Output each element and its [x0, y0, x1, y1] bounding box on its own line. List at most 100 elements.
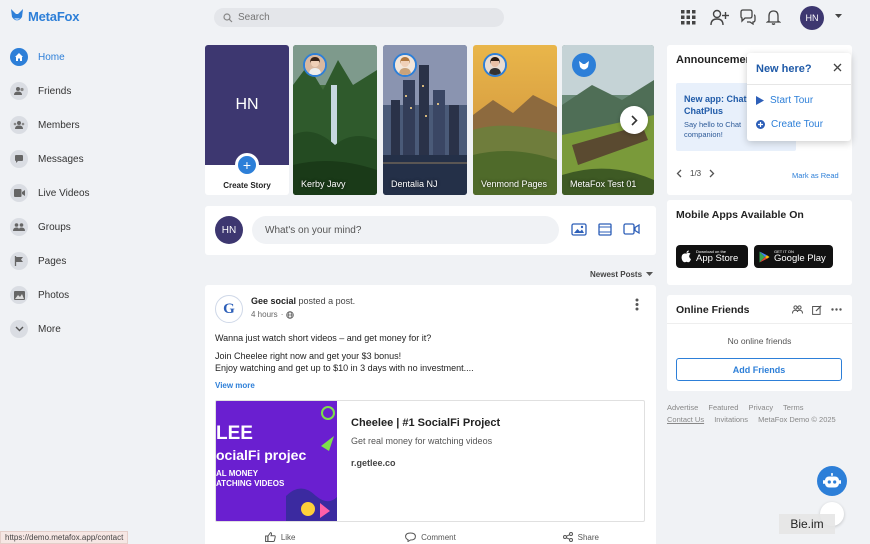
top-bar: MetaFox HN — [0, 0, 870, 36]
story-name: Kerby Javy — [301, 179, 346, 189]
globe-icon — [286, 310, 295, 319]
chatbot-button[interactable] — [817, 466, 847, 496]
post-action-text: posted a post. — [298, 296, 356, 306]
friends-list-icon[interactable] — [792, 305, 803, 314]
sidebar-item-friends[interactable]: Friends — [10, 78, 71, 104]
create-tour-button[interactable]: Create Tour — [756, 119, 823, 130]
account-menu-caret-icon[interactable] — [835, 14, 842, 19]
notification-bell-icon[interactable] — [766, 9, 781, 25]
composer-input[interactable]: What's on your mind? — [252, 216, 559, 244]
sidebar-item-label: Home — [38, 51, 65, 63]
post-header: Gee social posted a post. — [251, 296, 355, 306]
chevron-right-icon[interactable] — [709, 169, 715, 178]
footer-link-featured[interactable]: Featured — [708, 403, 738, 412]
footer-link-contact[interactable]: Contact Us — [667, 415, 704, 424]
user-avatar[interactable]: HN — [800, 6, 824, 30]
stories-next-button[interactable] — [620, 106, 648, 134]
like-label: Like — [280, 532, 296, 542]
post-time[interactable]: 4 hours — [251, 310, 278, 319]
add-friend-icon[interactable] — [710, 9, 729, 26]
story-avatar — [303, 53, 327, 77]
story-avatar — [572, 53, 596, 77]
create-story-card[interactable]: HN + Create Story — [205, 45, 289, 195]
composer-actions — [571, 223, 640, 236]
start-tour-label: Start Tour — [770, 95, 814, 106]
sidebar-item-messages[interactable]: Messages — [10, 146, 84, 172]
footer-link-advertise[interactable]: Advertise — [667, 403, 698, 412]
story-avatar — [483, 53, 507, 77]
sidebar-item-pages[interactable]: Pages — [10, 248, 66, 274]
create-story-label: Create Story — [223, 181, 271, 190]
sidebar-item-label: Photos — [38, 289, 70, 301]
app-store-badge[interactable]: Download on the App Store — [676, 245, 748, 268]
story-card[interactable]: Dentalia NJ — [383, 45, 467, 195]
comment-label: Comment — [421, 532, 456, 542]
search-bar[interactable] — [214, 8, 504, 27]
plus-circle-icon — [756, 120, 765, 129]
more-horizontal-icon[interactable] — [831, 308, 842, 311]
photo-upload-icon[interactable] — [571, 223, 587, 236]
flag-icon — [10, 252, 28, 270]
comment-button[interactable]: Comment — [355, 528, 505, 544]
photos-icon — [10, 286, 28, 304]
view-more-link[interactable]: View more — [215, 381, 255, 390]
sidebar-item-groups[interactable]: Groups — [10, 214, 71, 240]
footer-link-invitations[interactable]: Invitations — [714, 415, 748, 424]
sidebar-item-home[interactable]: Home — [10, 44, 65, 70]
story-name: Dentalia NJ — [391, 179, 438, 189]
mobile-apps-title: Mobile Apps Available On — [676, 209, 804, 221]
more-options-icon[interactable] — [635, 298, 639, 311]
share-label: Share — [577, 532, 599, 542]
link-preview-description: Get real money for watching videos — [351, 436, 493, 446]
sidebar-item-more[interactable]: More — [10, 316, 61, 342]
online-friends-title: Online Friends — [676, 304, 750, 316]
sidebar-item-label: More — [38, 323, 61, 335]
edit-icon[interactable] — [812, 305, 822, 315]
sidebar-item-members[interactable]: Members — [10, 112, 80, 138]
mark-as-read-link[interactable]: Mark as Read — [792, 171, 839, 180]
share-button[interactable]: Share — [506, 528, 656, 544]
sidebar-item-label: Groups — [38, 221, 71, 233]
close-icon[interactable] — [833, 63, 842, 72]
online-friends-empty: No online friends — [727, 336, 792, 346]
online-friends-actions — [792, 305, 842, 315]
post-meta: 4 hours · — [251, 310, 295, 319]
fox-logo-icon — [11, 9, 23, 21]
messages-icon — [10, 150, 28, 168]
caret-down-icon — [646, 272, 654, 276]
footer-link-privacy[interactable]: Privacy — [748, 403, 773, 412]
chat-icon[interactable] — [739, 9, 756, 25]
feed-sort-dropdown[interactable]: Newest Posts — [590, 270, 654, 279]
gif-icon[interactable] — [598, 223, 612, 236]
post-author-name[interactable]: Gee social — [251, 296, 296, 306]
chevron-right-icon — [630, 114, 638, 126]
story-card[interactable]: Venmond Pages — [473, 45, 557, 195]
create-story-avatar: HN — [205, 45, 289, 165]
story-card[interactable]: Kerby Javy — [293, 45, 377, 195]
online-friends-widget: Online Friends No online friends Add Fri… — [667, 295, 852, 391]
home-icon — [10, 48, 28, 66]
sidebar-item-photos[interactable]: Photos — [10, 282, 69, 308]
sidebar-item-label: Members — [38, 119, 80, 131]
post-text-line: Join Cheelee right now and get your $3 b… — [215, 351, 402, 361]
apps-grid-icon[interactable] — [681, 10, 696, 25]
add-friends-button[interactable]: Add Friends — [676, 358, 842, 381]
search-input[interactable] — [238, 12, 478, 23]
start-tour-button[interactable]: Start Tour — [756, 95, 813, 106]
comment-icon — [405, 532, 417, 542]
live-video-icon[interactable] — [623, 223, 640, 235]
like-button[interactable]: Like — [205, 528, 355, 544]
play-icon — [756, 96, 764, 105]
metafox-logo[interactable]: MetaFox — [9, 7, 80, 25]
composer-avatar: HN — [215, 216, 243, 244]
sidebar-item-live-videos[interactable]: Live Videos — [10, 180, 90, 206]
promo-text: ocialFi projec — [216, 447, 307, 463]
footer-link-terms[interactable]: Terms — [783, 403, 803, 412]
google-play-badge[interactable]: GET IT ON Google Play — [754, 245, 833, 268]
sidebar-item-label: Live Videos — [38, 187, 90, 199]
post-author-avatar[interactable]: G — [215, 295, 243, 323]
chevron-down-icon — [10, 320, 28, 338]
chevron-left-icon[interactable] — [676, 169, 682, 178]
promo-text: AL MONEY — [216, 469, 259, 478]
link-preview-card[interactable]: LEE ocialFi projec AL MONEY ATCHING VIDE… — [215, 400, 645, 522]
